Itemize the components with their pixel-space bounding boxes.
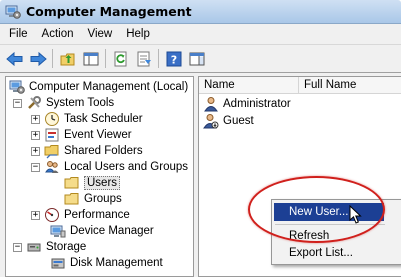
list-header: Name Full Name [199,77,401,94]
console-tree: Computer Management (Local) − System Too… [5,76,194,277]
disk-management-icon [50,255,66,271]
tree-item-label: Performance [64,209,130,221]
forward-arrow-icon[interactable] [27,48,48,69]
window-title: Computer Management [26,4,192,19]
column-header-name[interactable]: Name [199,77,299,94]
toolbar-separator [158,49,159,68]
storage-icon [26,239,42,255]
up-folder-icon[interactable] [57,48,78,69]
tree-item-root[interactable]: Computer Management (Local) [9,79,188,95]
list-item-guest[interactable]: Guest [203,112,254,129]
shared-folder-icon [44,143,60,159]
menu-item-export-list[interactable]: Export List... [274,244,384,262]
menu-help[interactable]: Help [119,24,157,44]
refresh-icon[interactable] [110,48,131,69]
expand-icon[interactable]: + [31,210,40,220]
back-arrow-icon[interactable] [4,48,25,69]
tree-item-shared-folders[interactable]: + Shared Folders [31,143,143,159]
tree-item-label: Groups [84,193,122,205]
tools-icon [26,95,42,111]
menu-bar: File Action View Help [0,24,401,44]
users-group-icon [44,159,60,175]
tree-item-label: Event Viewer [64,129,132,141]
expand-icon[interactable]: + [31,146,40,156]
expand-icon[interactable]: + [31,130,40,140]
computer-management-window: Computer Management File Action View Hel… [0,0,401,277]
help-icon[interactable]: ? [163,48,184,69]
tree-item-label: Local Users and Groups [64,161,189,173]
list-item-label: Guest [223,114,254,127]
tree-item-disk-management[interactable]: Disk Management [50,255,163,271]
tree-item-system-tools[interactable]: − System Tools [13,95,114,111]
list-item-label: Administrator [223,97,291,110]
expand-icon[interactable]: + [31,114,40,124]
show-hide-tree-icon[interactable] [80,48,101,69]
tree-item-label: System Tools [46,97,115,109]
computer-management-icon [9,79,25,95]
collapse-icon[interactable]: − [31,162,40,172]
title-bar[interactable]: Computer Management [0,0,401,24]
computer-management-icon [5,4,21,20]
folder-icon [64,191,80,207]
list-item-administrator[interactable]: Administrator [203,95,291,112]
tree-item-label: Storage [46,241,87,253]
tree-item-label: Computer Management (Local) [29,81,189,93]
tree-item-device-manager[interactable]: Device Manager [50,223,154,239]
menu-item-refresh[interactable]: Refresh [274,227,384,245]
tree-item-performance[interactable]: + Performance [31,207,130,223]
tree-item-label: Users [84,176,121,190]
event-viewer-icon [44,127,60,143]
tree-item-label: Shared Folders [64,145,143,157]
tree-item-groups[interactable]: Groups [64,191,122,207]
tree-item-event-viewer[interactable]: + Event Viewer [31,127,132,143]
export-list-icon[interactable] [133,48,154,69]
menu-view[interactable]: View [81,24,120,44]
collapse-icon[interactable]: − [13,242,22,252]
disabled-user-icon [203,113,219,129]
tree-item-local-users-groups[interactable]: − Local Users and Groups [31,159,188,175]
toolbar-separator [105,49,106,68]
tree-item-label: Disk Management [70,257,163,269]
toolbar: ? [0,44,401,73]
menu-item-new-user[interactable]: New User... [274,203,384,221]
tree-item-task-scheduler[interactable]: + Task Scheduler [31,111,143,127]
device-manager-icon [50,223,66,239]
menu-action[interactable]: Action [35,24,81,44]
mouse-pointer-icon [349,205,362,224]
tree-item-storage[interactable]: − Storage [13,239,86,255]
properties-pane-icon[interactable] [186,48,207,69]
user-icon [203,96,219,112]
menu-separator [275,224,385,225]
collapse-icon[interactable]: − [13,98,22,108]
folder-icon [64,175,80,191]
tree-item-label: Task Scheduler [64,113,143,125]
column-header-full-name[interactable]: Full Name [299,77,401,94]
performance-icon [44,207,60,223]
toolbar-separator [52,49,53,68]
tree-item-label: Device Manager [70,225,154,237]
clock-icon [44,111,60,127]
context-menu: New User... Refresh Export List... [271,199,401,265]
tree-item-users[interactable]: Users [64,175,121,191]
menu-file[interactable]: File [0,24,35,44]
svg-text:?: ? [170,53,176,66]
